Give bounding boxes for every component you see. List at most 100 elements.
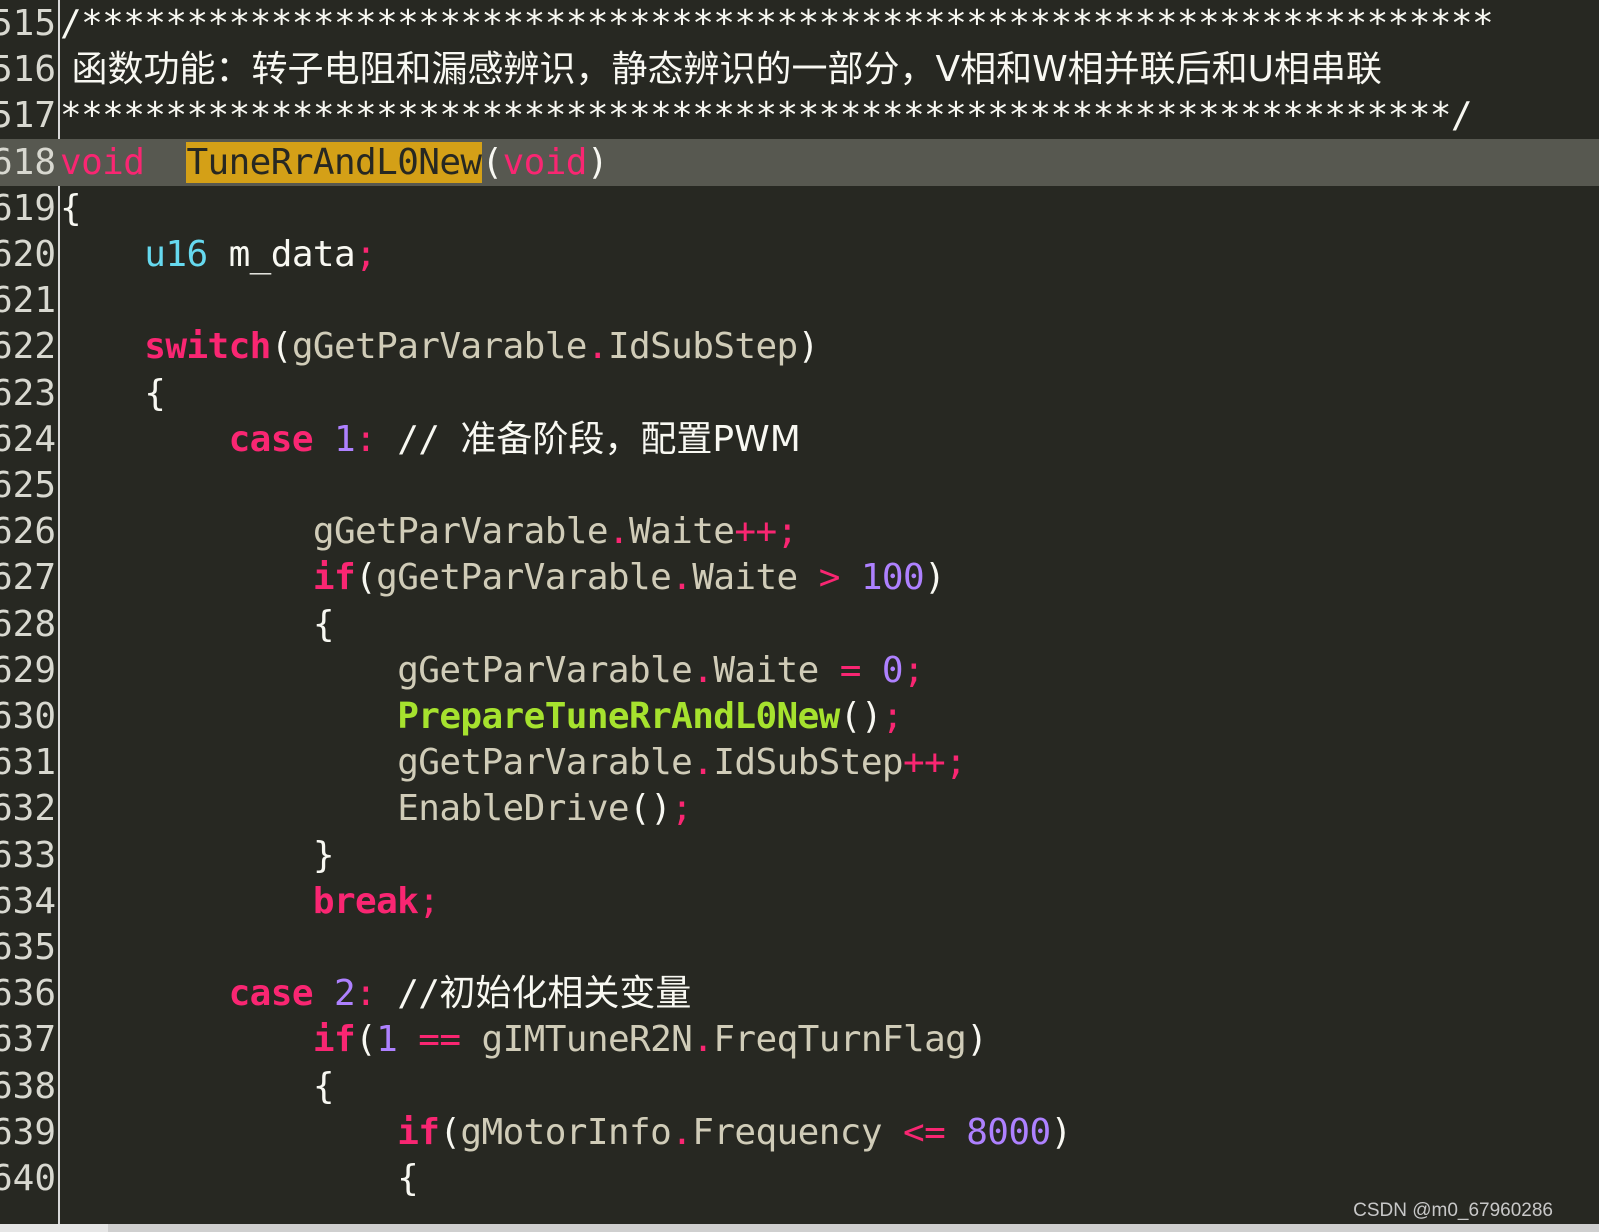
code-line[interactable]: 517 *************************************…: [0, 92, 1599, 139]
code-text[interactable]: PrepareTuneRrAndL0New();: [60, 693, 903, 740]
code-line[interactable]: 628 {: [0, 601, 1599, 648]
code-text[interactable]: {: [60, 1155, 419, 1202]
code-text[interactable]: gGetParVarable.Waite++;: [60, 508, 798, 555]
code-token: EnableDrive: [397, 788, 629, 830]
code-line[interactable]: 623 {: [0, 370, 1599, 417]
code-line[interactable]: 620 u16 m_data;: [0, 231, 1599, 278]
code-token: .: [607, 511, 630, 553]
code-token: ): [966, 1019, 988, 1061]
code-line[interactable]: 624 case 1: // 准备阶段，配置PWM: [0, 416, 1599, 463]
code-text[interactable]: u16 m_data;: [60, 231, 376, 278]
code-token: (): [629, 788, 672, 830]
code-token: ): [1050, 1111, 1073, 1153]
code-line[interactable]: 515/************************************…: [0, 0, 1599, 47]
code-text[interactable]: {: [60, 1063, 335, 1110]
code-token: ): [586, 141, 609, 183]
code-line[interactable]: 621: [0, 277, 1599, 324]
code-token: ): [797, 326, 820, 368]
line-number: 636: [0, 973, 56, 1015]
code-token: 1: [376, 1019, 398, 1061]
code-line[interactable]: 634 break;: [0, 878, 1599, 925]
code-text[interactable]: {: [60, 601, 335, 648]
code-line[interactable]: 637 if(1 == gIMTuneR2N.FreqTurnFlag): [0, 1016, 1599, 1063]
code-text[interactable]: break;: [60, 878, 440, 925]
code-line[interactable]: 631 gGetParVarable.IdSubStep++;: [0, 739, 1599, 786]
line-number: 634: [0, 880, 56, 922]
code-line[interactable]: 639 if(gMotorInfo.Frequency <= 8000): [0, 1109, 1599, 1156]
line-number: 629: [0, 649, 56, 691]
line-number: 517: [0, 95, 56, 137]
code-token: IdSubStep: [713, 742, 903, 784]
current-code-line[interactable]: 618 void TuneRrAndL0New(void): [0, 138, 1599, 186]
code-token: .: [671, 557, 693, 599]
code-line[interactable]: 640 {: [0, 1155, 1599, 1202]
line-number: 635: [0, 927, 56, 968]
code-token: Frequency: [692, 1111, 882, 1153]
code-text[interactable]: EnableDrive();: [60, 785, 693, 832]
code-text[interactable]: case 2: //初始化相关变量: [60, 970, 692, 1017]
code-text[interactable]: if(1 == gIMTuneR2N.FreqTurnFlag): [60, 1016, 988, 1063]
code-line[interactable]: 636 case 2: //初始化相关变量: [0, 970, 1599, 1017]
code-token: u16: [144, 234, 208, 275]
code-token: 1: [333, 418, 356, 460]
code-token: //: [376, 973, 440, 1015]
scrollbar-thumb[interactable]: [108, 1224, 1599, 1232]
code-line[interactable]: 619{: [0, 185, 1599, 232]
code-text[interactable]: if(gMotorInfo.Frequency <= 8000): [60, 1109, 1072, 1156]
code-token: {: [60, 187, 82, 229]
horizontal-scrollbar[interactable]: [0, 1224, 1599, 1232]
code-token: (: [355, 1019, 377, 1061]
code-token: gGetParVarable: [312, 511, 609, 553]
code-text[interactable]: switch(gGetParVarable.IdSubStep): [60, 323, 819, 370]
code-token: if: [312, 557, 356, 599]
code-token: void: [502, 141, 588, 183]
code-line[interactable]: 629 gGetParVarable.Waite = 0;: [0, 647, 1599, 694]
code-token: .: [692, 649, 714, 691]
code-line[interactable]: 625: [0, 462, 1599, 509]
code-line[interactable]: 626 gGetParVarable.Waite++;: [0, 508, 1599, 555]
code-token: .: [671, 1111, 693, 1153]
code-editor[interactable]: 515/************************************…: [0, 0, 1599, 1232]
code-text[interactable]: case 1: // 准备阶段，配置PWM: [60, 416, 801, 463]
line-number: 625: [0, 465, 56, 506]
code-line[interactable]: 627 if(gGetParVarable.Waite > 100): [0, 554, 1599, 601]
line-number: 630: [0, 696, 56, 737]
code-line[interactable]: 516 函数功能：转子电阻和漏感辨识，静态辨识的一部分，V相和W相并联后和U相串…: [0, 46, 1599, 93]
code-token: IdSubStep: [607, 326, 798, 368]
code-line[interactable]: 622 switch(gGetParVarable.IdSubStep): [0, 323, 1599, 370]
code-line[interactable]: 635: [0, 924, 1599, 971]
line-number: 515: [0, 3, 56, 44]
code-line[interactable]: 633 }: [0, 832, 1599, 879]
code-token: ;: [671, 788, 693, 830]
code-token: switch: [144, 326, 271, 368]
search-highlight: TuneRrAndL0New: [186, 141, 482, 183]
code-text[interactable]: /***************************************…: [60, 0, 1494, 47]
code-line[interactable]: 632 EnableDrive();: [0, 785, 1599, 832]
code-text[interactable]: ****************************************…: [60, 92, 1473, 139]
code-text[interactable]: {: [60, 185, 82, 232]
code-line[interactable]: 630 PrepareTuneRrAndL0New();: [0, 693, 1599, 740]
line-number: 618: [0, 141, 56, 183]
code-text[interactable]: }: [60, 832, 335, 879]
code-text[interactable]: 函数功能：转子电阻和漏感辨识，静态辨识的一部分，V相和W相并联后和U相串联: [60, 46, 1382, 93]
code-text[interactable]: gGetParVarable.IdSubStep++;: [60, 739, 967, 786]
code-text[interactable]: if(gGetParVarable.Waite > 100): [60, 554, 946, 601]
code-text[interactable]: gGetParVarable.Waite = 0;: [60, 647, 924, 694]
code-text[interactable]: void TuneRrAndL0New(void): [60, 139, 609, 186]
code-token: (: [439, 1111, 461, 1153]
code-text[interactable]: {: [60, 370, 166, 417]
code-line[interactable]: 638 {: [0, 1063, 1599, 1110]
